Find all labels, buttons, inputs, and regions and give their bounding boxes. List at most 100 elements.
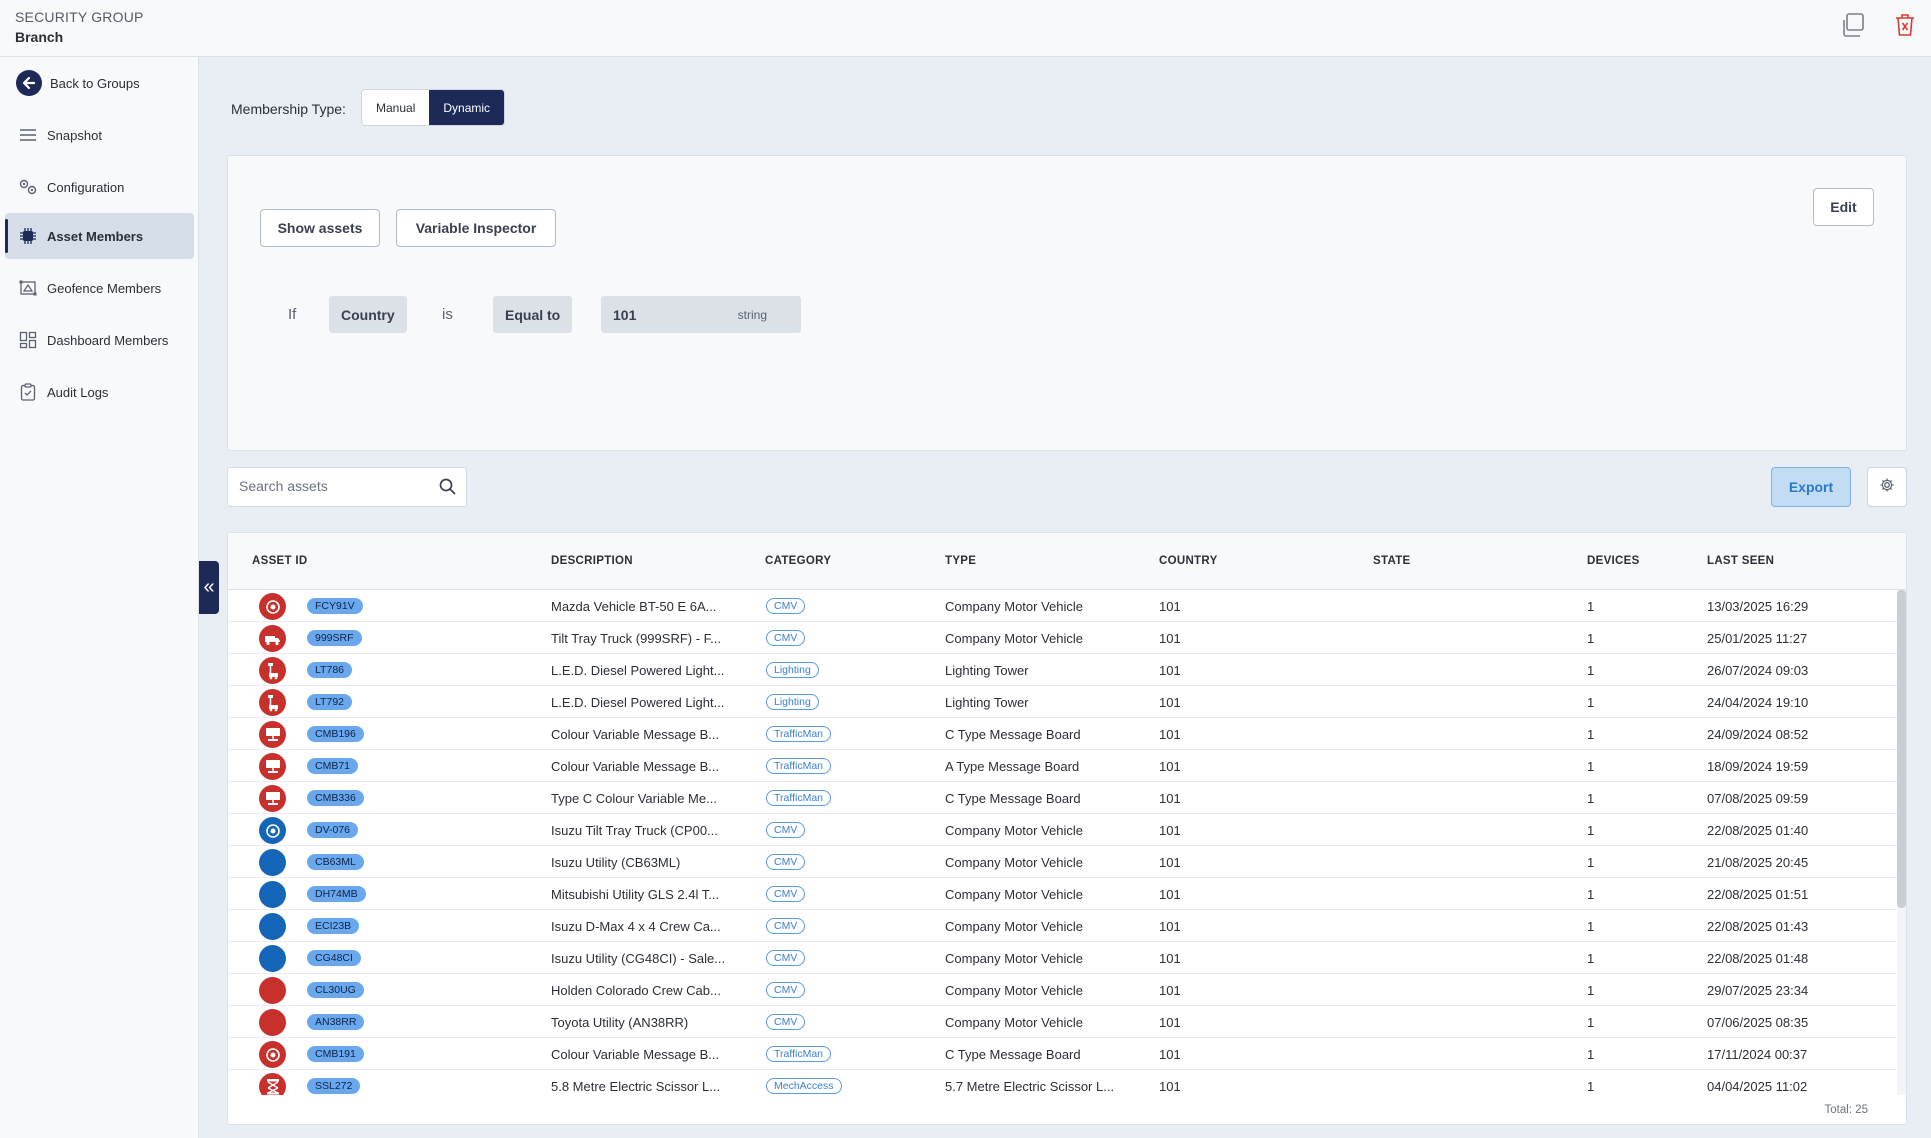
membership-type-label: Membership Type: — [231, 101, 346, 117]
search-icon[interactable] — [439, 478, 456, 500]
variable-inspector-button[interactable]: Variable Inspector — [396, 209, 556, 247]
asset-country: 101 — [1159, 727, 1181, 742]
sidebar: Back to Groups Snapshot Configuration As… — [0, 57, 199, 1138]
table-row[interactable]: CMB71 Colour Variable Message B... Traffic… — [228, 750, 1896, 782]
edit-button[interactable]: Edit — [1813, 188, 1874, 226]
show-assets-button[interactable]: Show assets — [260, 209, 380, 247]
asset-type: Lighting Tower — [945, 663, 1029, 678]
sidebar-item-geofence-members[interactable]: Geofence Members — [5, 265, 194, 311]
table-row[interactable]: LT786 L.E.D. Diesel Powered Light... Light… — [228, 654, 1896, 686]
asset-country: 101 — [1159, 919, 1181, 934]
asset-devices: 1 — [1587, 695, 1595, 710]
collapse-sidebar-button[interactable]: « — [199, 561, 219, 614]
sidebar-item-dashboard-members[interactable]: Dashboard Members — [5, 317, 194, 363]
asset-last-seen: 13/03/2025 16:29 — [1707, 599, 1809, 614]
sidebar-item-configuration[interactable]: Configuration — [5, 164, 194, 210]
asset-type: C Type Message Board — [945, 791, 1081, 806]
asset-devices: 1 — [1587, 1047, 1595, 1062]
table-row[interactable]: CMB336 Type C Colour Variable Me... Traffi… — [228, 782, 1896, 814]
membership-dynamic-option[interactable]: Dynamic — [429, 90, 505, 125]
sidebar-item-label: Configuration — [47, 179, 125, 195]
asset-description: Isuzu Tilt Tray Truck (CP00... — [551, 823, 718, 838]
search-input[interactable] — [239, 478, 429, 494]
asset-description: L.E.D. Diesel Powered Light... — [551, 695, 725, 710]
asset-country: 101 — [1159, 791, 1181, 806]
table-settings-button[interactable] — [1867, 467, 1907, 507]
asset-type: Company Motor Vehicle — [945, 1015, 1084, 1030]
export-button[interactable]: Export — [1771, 467, 1851, 507]
table-row[interactable]: ECI23B Isuzu D-Max 4 x 4 Crew Ca... CMV Com… — [228, 910, 1896, 942]
table-row[interactable]: CB63ML Isuzu Utility (CB63ML) CMV Company M… — [228, 846, 1896, 878]
sidebar-item-label: Dashboard Members — [47, 332, 169, 348]
column-header-last-seen[interactable]: LAST SEEN — [1707, 555, 1774, 567]
asset-type: Company Motor Vehicle — [945, 951, 1084, 966]
asset-devices: 1 — [1587, 631, 1595, 646]
sidebar-item-audit-logs[interactable]: Audit Logs — [5, 369, 194, 415]
asset-id-pill[interactable]: CG48CI — [307, 950, 361, 966]
table-row[interactable]: AN38RR Toyota Utility (AN38RR) CMV Company … — [228, 1006, 1896, 1038]
column-header-country[interactable]: COUNTRY — [1159, 555, 1218, 567]
asset-country: 101 — [1159, 663, 1181, 678]
sidebar-item-back-to-groups[interactable]: Back to Groups — [5, 60, 194, 106]
sidebar-item-label: Audit Logs — [47, 384, 109, 400]
asset-status-icon — [259, 849, 286, 876]
asset-country: 101 — [1159, 823, 1181, 838]
asset-id-pill[interactable]: SSL272 — [307, 1078, 361, 1094]
search-box — [227, 467, 467, 507]
page-title: Branch — [15, 29, 64, 45]
asset-country: 101 — [1159, 951, 1181, 966]
asset-description: Isuzu D-Max 4 x 4 Crew Ca... — [551, 919, 721, 934]
sidebar-item-label: Asset Members — [47, 228, 144, 244]
column-header-description[interactable]: DESCRIPTION — [551, 555, 633, 567]
asset-id-pill[interactable]: CMB196 — [307, 726, 364, 742]
column-header-asset-id[interactable]: ASSET ID — [252, 555, 307, 567]
table-scrollbar-thumb[interactable] — [1897, 590, 1906, 908]
asset-id-pill[interactable]: FCY91V — [307, 598, 363, 614]
table-row[interactable]: FCY91V Mazda Vehicle BT-50 E 6A... CMV Comp… — [228, 590, 1896, 622]
table-row[interactable]: 999SRF Tilt Tray Truck (999SRF) - F... CMV… — [228, 622, 1896, 654]
asset-category-pill: CMV — [766, 950, 806, 966]
copy-icon — [1840, 12, 1866, 43]
asset-devices: 1 — [1587, 1079, 1595, 1094]
asset-id-pill[interactable]: CL30UG — [307, 982, 364, 998]
table-row[interactable]: SSL272 5.8 Metre Electric Scissor L... Mec… — [228, 1070, 1896, 1095]
table-row[interactable]: CMB191 Colour Variable Message B... Traffi… — [228, 1038, 1896, 1070]
asset-status-icon — [259, 945, 286, 972]
rule-panel: Show assets Variable Inspector Edit If C… — [227, 155, 1907, 451]
asset-id-pill[interactable]: CMB336 — [307, 790, 364, 806]
column-header-devices[interactable]: DEVICES — [1587, 555, 1640, 567]
asset-id-pill[interactable]: DV-076 — [307, 822, 359, 838]
table-row[interactable]: CL30UG Holden Colorado Crew Cab... CMV Comp… — [228, 974, 1896, 1006]
table-row[interactable]: CMB196 Colour Variable Message B... Traffi… — [228, 718, 1896, 750]
asset-category-pill: TrafficMan — [766, 790, 832, 806]
clipboard-icon — [18, 382, 38, 402]
sidebar-item-snapshot[interactable]: Snapshot — [5, 112, 194, 158]
asset-id-pill[interactable]: ECI23B — [307, 918, 360, 934]
table-row[interactable]: LT792 L.E.D. Diesel Powered Light... Light… — [228, 686, 1896, 718]
asset-devices: 1 — [1587, 887, 1595, 902]
membership-manual-option[interactable]: Manual — [362, 90, 429, 125]
column-header-category[interactable]: CATEGORY — [765, 555, 831, 567]
table-row[interactable]: DH74MB Mitsubishi Utility GLS 2.4l T... CM… — [228, 878, 1896, 910]
asset-description: Isuzu Utility (CB63ML) — [551, 855, 681, 870]
delete-button[interactable] — [1890, 12, 1920, 42]
asset-id-pill[interactable]: DH74MB — [307, 886, 366, 902]
target-icon — [259, 593, 286, 620]
asset-last-seen: 29/07/2025 23:34 — [1707, 983, 1809, 998]
sidebar-item-asset-members[interactable]: Asset Members — [5, 213, 194, 259]
asset-id-pill[interactable]: CMB71 — [307, 758, 359, 774]
duplicate-button[interactable] — [1838, 12, 1868, 42]
asset-id-pill[interactable]: AN38RR — [307, 1014, 365, 1030]
column-header-state[interactable]: STATE — [1373, 555, 1411, 567]
table-row[interactable]: DV-076 Isuzu Tilt Tray Truck (CP00... CMV C… — [228, 814, 1896, 846]
geofence-icon — [18, 278, 38, 298]
asset-id-pill[interactable]: LT792 — [307, 694, 352, 710]
asset-id-pill[interactable]: 999SRF — [307, 630, 362, 646]
asset-id-pill[interactable]: CB63ML — [307, 854, 364, 870]
table-row[interactable]: CG48CI Isuzu Utility (CG48CI) - Sale... CM… — [228, 942, 1896, 974]
asset-id-pill[interactable]: LT786 — [307, 662, 352, 678]
asset-country: 101 — [1159, 1079, 1181, 1094]
asset-last-seen: 24/09/2024 08:52 — [1707, 727, 1809, 742]
asset-id-pill[interactable]: CMB191 — [307, 1046, 364, 1062]
column-header-type[interactable]: TYPE — [945, 555, 976, 567]
